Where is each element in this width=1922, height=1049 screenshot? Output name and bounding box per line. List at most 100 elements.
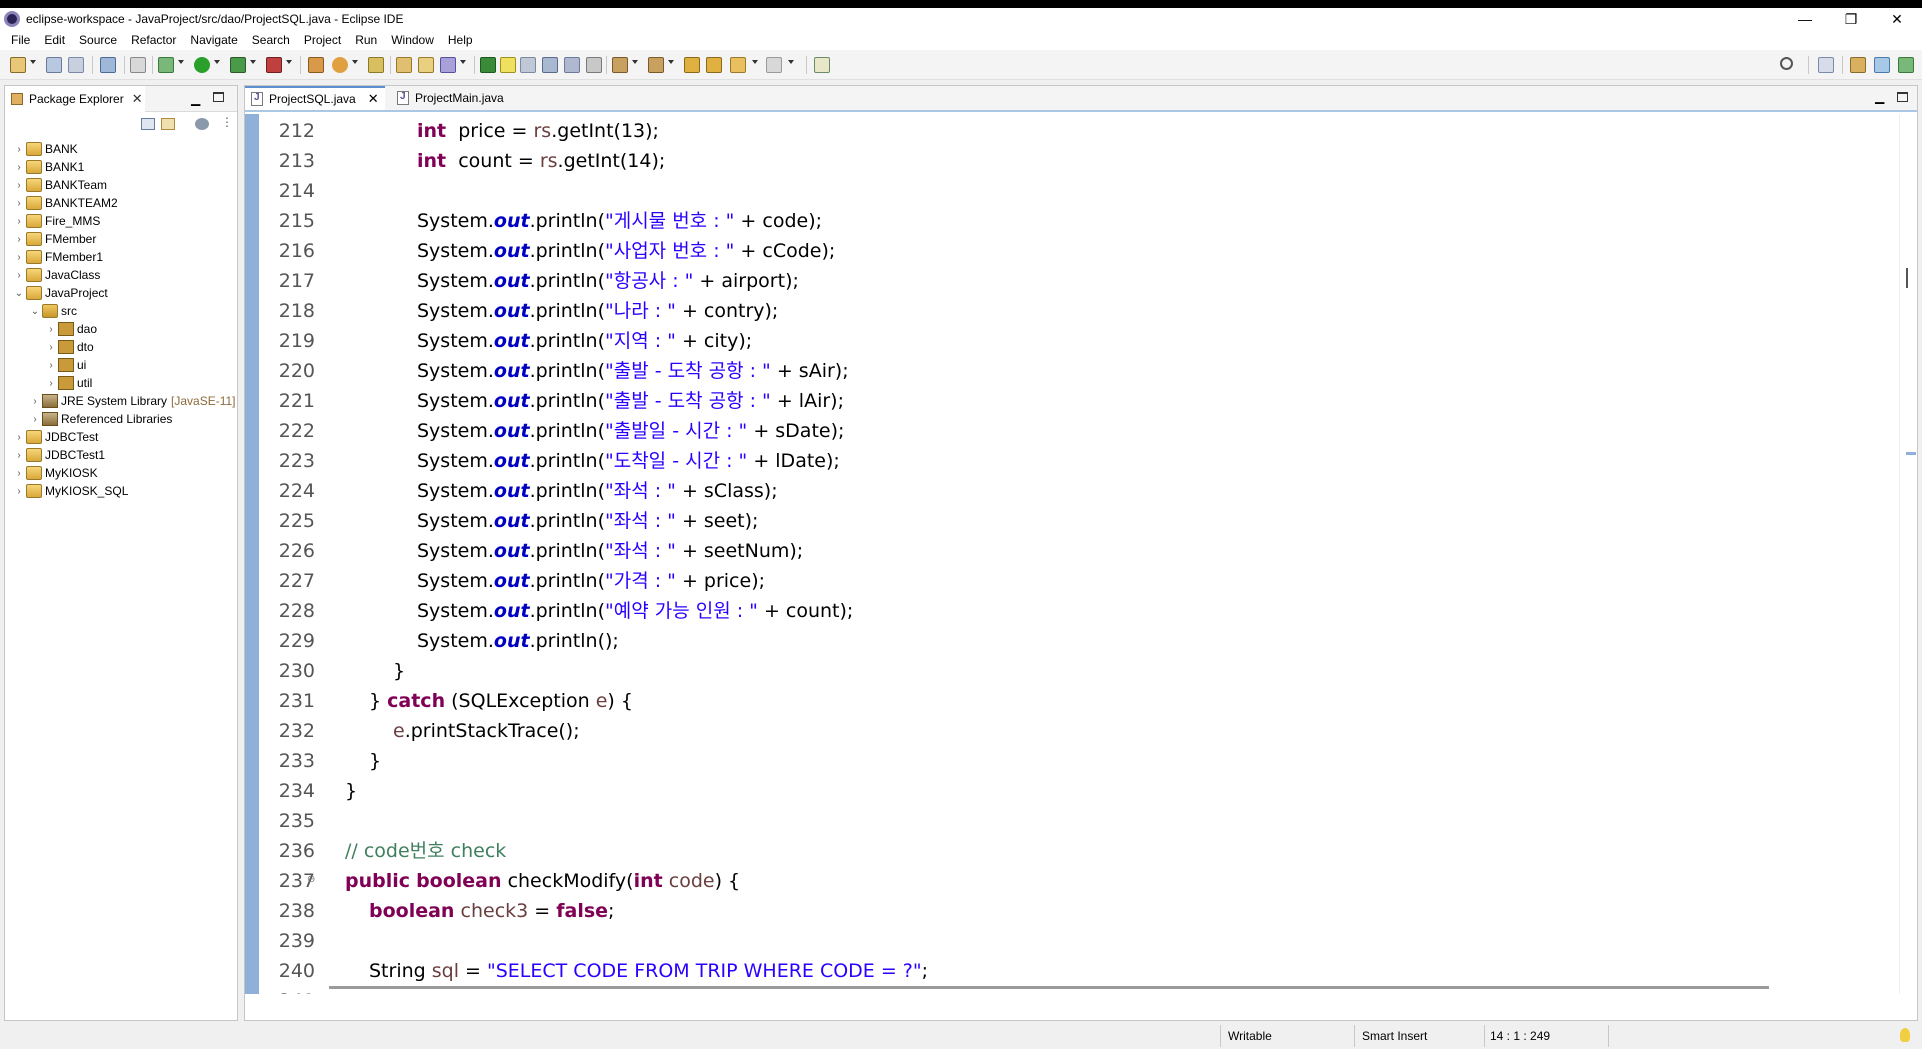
back-dropdown-icon[interactable] (752, 60, 758, 64)
search-dropdown-icon[interactable] (460, 60, 466, 64)
code-line[interactable]: System.out.println("출발 - 도착 공항 : " + sAi… (417, 356, 849, 386)
tree-item[interactable]: › FMember1 (13, 248, 103, 266)
view-menu-icon[interactable]: ⋮ (221, 115, 233, 129)
tab-projectsql-java[interactable]: ProjectSQL.java ✕ (245, 86, 385, 110)
open-console-icon[interactable] (100, 57, 116, 73)
save-all-icon[interactable] (68, 57, 84, 73)
close-button[interactable]: ✕ (1874, 8, 1920, 30)
tree-item[interactable]: › MyKIOSK (13, 464, 98, 482)
collapsed-chevron-icon[interactable]: › (13, 270, 25, 281)
tree-item[interactable]: › BANK (13, 140, 78, 158)
menu-file[interactable]: File (4, 33, 37, 47)
save-icon[interactable] (46, 57, 62, 73)
tab-projectmain-java[interactable]: ProjectMain.java (391, 86, 531, 110)
collapsed-chevron-icon[interactable]: › (13, 234, 25, 245)
menu-source[interactable]: Source (72, 33, 124, 47)
expanded-chevron-icon[interactable]: ⌄ (13, 288, 25, 299)
code-line[interactable]: System.out.println("사업자 번호 : " + cCode); (417, 236, 835, 266)
collapsed-chevron-icon[interactable]: › (45, 360, 57, 371)
expanded-chevron-icon[interactable]: ⌄ (29, 306, 41, 317)
overview-ruler[interactable] (1899, 114, 1917, 994)
tree-item[interactable]: › ui (45, 356, 86, 374)
focus-icon[interactable] (195, 118, 209, 130)
collapsed-chevron-icon[interactable]: › (13, 432, 25, 443)
minimize-button[interactable]: — (1782, 8, 1828, 30)
tree-item[interactable]: › BANKTEAM2 (13, 194, 118, 212)
forward-icon[interactable] (766, 57, 782, 73)
debug-perspective-icon[interactable] (1898, 57, 1914, 73)
code-line[interactable]: System.out.println("가격 : " + price); (417, 566, 765, 596)
word-wrap-icon[interactable] (520, 57, 536, 73)
code-line[interactable]: public boolean checkModify(int code) { (345, 866, 740, 896)
horizontal-scrollbar[interactable] (319, 982, 1899, 994)
refresh-icon[interactable] (368, 57, 384, 73)
search-icon[interactable] (1780, 57, 1793, 70)
code-line[interactable]: } (369, 746, 381, 776)
scrollbar-thumb[interactable] (329, 986, 1769, 989)
collapsed-chevron-icon[interactable]: › (29, 396, 41, 407)
code-editor[interactable]: 212 int price = rs.getInt(13); 213 int coun… (245, 114, 1917, 994)
show-whitespace-icon[interactable] (564, 57, 580, 73)
external-tools-icon[interactable] (266, 57, 282, 73)
open-task-icon[interactable] (418, 57, 434, 73)
fold-toggle-icon[interactable]: ⊖ (307, 874, 315, 885)
tree-item[interactable]: › MyKIOSK_SQL (13, 482, 128, 500)
tree-item[interactable]: › dao (45, 320, 97, 338)
coverage-icon[interactable] (230, 57, 246, 73)
collapsed-chevron-icon[interactable]: › (13, 180, 25, 191)
menu-window[interactable]: Window (384, 33, 441, 47)
new-dropdown-icon[interactable] (30, 60, 36, 64)
tree-item[interactable]: ⌄ JavaProject (13, 284, 108, 302)
code-line[interactable]: System.out.println("도착일 - 시간 : " + lDate… (417, 446, 840, 476)
coverage-dropdown-icon[interactable] (250, 60, 256, 64)
previous-annotation-dropdown-icon[interactable] (668, 60, 674, 64)
java-ee-perspective-icon[interactable] (1850, 57, 1866, 73)
collapsed-chevron-icon[interactable]: › (45, 378, 57, 389)
code-line[interactable]: System.out.println("출발 - 도착 공항 : " + lAi… (417, 386, 844, 416)
new-class-dropdown-icon[interactable] (352, 60, 358, 64)
code-line[interactable]: System.out.println("게시물 번호 : " + code); (417, 206, 822, 236)
debug-icon[interactable] (158, 57, 174, 73)
code-line[interactable]: boolean check3 = false; (369, 896, 614, 926)
code-line[interactable]: System.out.println("좌석 : " + seetNum); (417, 536, 803, 566)
link-with-editor-icon[interactable] (161, 118, 175, 130)
code-line[interactable]: } catch (SQLException e) { (369, 686, 633, 716)
previous-annotation-icon[interactable] (648, 57, 664, 73)
tip-bulb-icon[interactable] (1900, 1028, 1910, 1042)
menu-navigate[interactable]: Navigate (183, 33, 244, 47)
minimize-editor-icon[interactable]: ▁ (1875, 90, 1884, 104)
collapsed-chevron-icon[interactable]: › (45, 324, 57, 335)
code-line[interactable]: System.out.println(); (417, 626, 619, 656)
external-tools-dropdown-icon[interactable] (286, 60, 292, 64)
close-icon[interactable]: ✕ (132, 91, 143, 107)
tree-item[interactable]: › BANK1 (13, 158, 84, 176)
debug-dropdown-icon[interactable] (178, 60, 184, 64)
mark-occurrences-icon[interactable] (500, 57, 516, 73)
close-icon[interactable]: ✕ (368, 91, 379, 107)
run-icon[interactable] (194, 57, 210, 73)
skip-breakpoints-icon[interactable] (130, 57, 146, 73)
collapsed-chevron-icon[interactable]: › (45, 342, 57, 353)
search-tool-icon[interactable] (440, 57, 456, 73)
code-line[interactable]: System.out.println("항공사 : " + airport); (417, 266, 799, 296)
code-line[interactable]: System.out.println("예약 가능 인원 : " + count… (417, 596, 853, 626)
tab-package-explorer[interactable]: Package Explorer ✕ (5, 86, 145, 112)
new-java-class-icon[interactable] (332, 57, 348, 73)
code-line[interactable]: int price = rs.getInt(13); (417, 116, 659, 146)
menu-project[interactable]: Project (297, 33, 348, 47)
block-selection-icon[interactable] (542, 57, 558, 73)
pin-editor-icon[interactable] (814, 57, 830, 73)
code-line[interactable]: e.printStackTrace(); (393, 716, 580, 746)
code-line[interactable]: System.out.println("좌석 : " + sClass); (417, 476, 778, 506)
code-line[interactable]: System.out.println("지역 : " + city); (417, 326, 752, 356)
java-perspective-icon[interactable] (1874, 57, 1890, 73)
collapsed-chevron-icon[interactable]: › (13, 468, 25, 479)
code-line[interactable]: System.out.println("좌석 : " + seet); (417, 506, 758, 536)
tree-item[interactable]: ⌄ src (29, 302, 77, 320)
restore-button[interactable]: ❐ (1828, 8, 1874, 30)
code-line[interactable]: } (345, 776, 357, 806)
tree-item[interactable]: › JDBCTest (13, 428, 98, 446)
collapsed-chevron-icon[interactable]: › (29, 414, 41, 425)
tree-item[interactable]: › Fire_MMS (13, 212, 100, 230)
tree-item[interactable]: › JRE System Library [JavaSE-11] (29, 392, 236, 410)
